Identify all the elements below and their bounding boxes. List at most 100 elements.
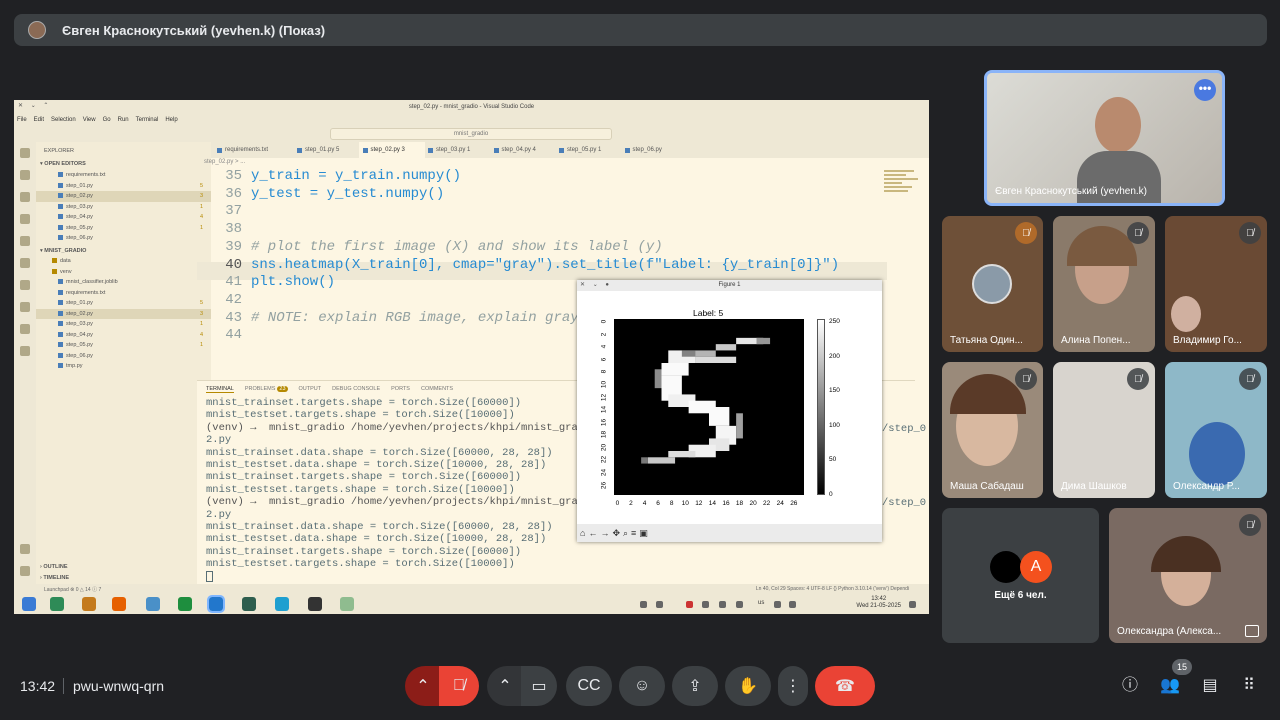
code-line[interactable]: sns.heatmap(X_train[0], cmap="gray").set…: [251, 257, 839, 273]
volume-icon[interactable]: [789, 601, 796, 608]
extensions-icon[interactable]: [20, 236, 30, 246]
panel-tab[interactable]: PORTS: [391, 386, 410, 392]
forward-icon[interactable]: →: [600, 528, 609, 538]
camera-options-chevron-icon[interactable]: ⌃: [487, 666, 523, 706]
back-icon[interactable]: ←: [588, 528, 597, 538]
matplotlib-figure-window[interactable]: ✕ ⌄ ● Figure 1 Label: 5 0 2 4 6 8 10 12 14 16 18 2…: [577, 280, 882, 542]
present-screen-button[interactable]: ⇪: [672, 666, 718, 706]
tray-icon-1[interactable]: [640, 601, 647, 608]
panel-tab[interactable]: DEBUG CONSOLE: [332, 386, 380, 392]
monitor-icon[interactable]: [242, 597, 256, 611]
python-icon[interactable]: [20, 324, 30, 334]
participant-tile[interactable]: 🎙̸ Олександра (Алекса...: [1109, 508, 1267, 643]
participant-tile-presenter[interactable]: ••• Євген Краснокутський (yevhen.k): [984, 70, 1225, 206]
keyboard-layout[interactable]: us: [758, 600, 764, 606]
chat-icon[interactable]: ▤: [1199, 675, 1221, 697]
code-line[interactable]: y_train = y_train.numpy(): [251, 168, 461, 184]
leave-call-button[interactable]: ☎: [815, 666, 875, 706]
menu-item[interactable]: Selection: [51, 117, 76, 123]
testing-icon[interactable]: [20, 258, 30, 268]
pan-icon[interactable]: ✥: [612, 528, 620, 539]
code-line[interactable]: # NOTE: explain RGB image, explain grays: [251, 310, 587, 326]
remote-icon[interactable]: [20, 280, 30, 290]
more-options-button[interactable]: •••: [1194, 79, 1216, 101]
project-folder-header[interactable]: ▾ MNIST_GRADIO: [36, 246, 211, 257]
command-center[interactable]: mnist_gradio: [330, 128, 612, 140]
timeline-section[interactable]: › TIMELINE: [36, 573, 211, 584]
open-editor-item[interactable]: step_05.py 1: [36, 223, 211, 234]
explorer-file-item[interactable]: step_02.py 3: [36, 308, 211, 319]
explorer-file-item[interactable]: tmp.py: [36, 361, 211, 372]
system-clock[interactable]: 13:42 Wed 21-05-2025: [856, 596, 901, 610]
files-icon[interactable]: [50, 597, 64, 611]
meeting-info-icon[interactable]: ⓘ: [1119, 675, 1141, 697]
menu-item[interactable]: File: [17, 117, 27, 123]
network-icon[interactable]: [774, 601, 781, 608]
timeline-icon[interactable]: [20, 346, 30, 356]
explorer-file-item[interactable]: step_03.py 1: [36, 319, 211, 330]
zoom-icon[interactable]: ⌕: [623, 528, 628, 539]
mic-options-chevron-icon[interactable]: ⌃: [405, 666, 441, 706]
tray-icon-2[interactable]: [656, 601, 663, 608]
explorer-file-item[interactable]: step_06.py: [36, 351, 211, 362]
editor-tab[interactable]: step_02.py 3: [358, 142, 425, 158]
power-icon[interactable]: [909, 601, 916, 608]
raise-hand-button[interactable]: ✋: [725, 666, 771, 706]
editor-tab[interactable]: step_05.py 1: [555, 142, 621, 158]
editor-tab[interactable]: step_01.py 5: [293, 142, 359, 158]
participant-tile[interactable]: 🎙̸ Алина Попен...: [1053, 216, 1155, 352]
source-control-icon[interactable]: [20, 192, 30, 202]
pin-icon[interactable]: [1245, 625, 1259, 637]
c-app-icon[interactable]: [275, 597, 289, 611]
figure-window-controls[interactable]: ✕ ⌄ ●: [580, 280, 612, 291]
tray-record-icon[interactable]: [686, 601, 693, 608]
tray-icon-4[interactable]: [719, 601, 726, 608]
tray-icon-5[interactable]: [736, 601, 743, 608]
activities-grid-icon[interactable]: ⠿: [1238, 675, 1260, 697]
browser-icon[interactable]: [178, 597, 192, 611]
home-icon[interactable]: ⌂: [580, 528, 585, 538]
status-left[interactable]: Launchpad ⊗ 0 △ 14 ⓘ 7: [44, 586, 101, 593]
menu-item[interactable]: Edit: [34, 117, 44, 123]
vscode-taskbar-icon[interactable]: [207, 595, 225, 613]
open-editor-item[interactable]: requirements.txt: [36, 170, 211, 181]
explorer-file-item[interactable]: requirements.txt: [36, 288, 211, 299]
panel-tab[interactable]: TERMINAL: [206, 386, 234, 393]
outline-section[interactable]: › OUTLINE: [36, 562, 211, 573]
explorer-file-item[interactable]: mnist_classifier.joblib: [36, 277, 211, 288]
telegram-icon[interactable]: [146, 597, 160, 611]
breadcrumb[interactable]: step_02.py > ...: [204, 159, 245, 165]
open-editor-item[interactable]: step_01.py 5: [36, 181, 211, 192]
editor-tab[interactable]: step_06.py: [621, 142, 687, 158]
code-line[interactable]: # plot the first image (X) and show its …: [251, 239, 663, 255]
camera-toggle-button[interactable]: ▭: [521, 666, 557, 706]
more-options-icon[interactable]: ⋮: [778, 666, 808, 706]
docker-icon[interactable]: [20, 302, 30, 312]
menu-item[interactable]: Help: [165, 117, 177, 123]
participant-tile[interactable]: 🎙̸ Олександр Р...: [1165, 362, 1267, 498]
mic-toggle-button[interactable]: 🎙̸: [439, 666, 479, 706]
open-editor-item[interactable]: step_03.py 1: [36, 202, 211, 213]
search-icon[interactable]: [20, 170, 30, 180]
open-editor-item[interactable]: step_02.py 3: [36, 191, 211, 202]
code-line[interactable]: y_test = y_test.numpy(): [251, 186, 444, 202]
open-editor-item[interactable]: step_04.py 4: [36, 212, 211, 223]
emoji-reactions-button[interactable]: ☺: [619, 666, 665, 706]
minimap[interactable]: [884, 170, 924, 210]
editor-tab[interactable]: step_03.py 1: [424, 142, 490, 158]
firefox-icon[interactable]: [112, 597, 126, 611]
panel-tab[interactable]: COMMENTS: [421, 386, 453, 392]
tool-icon[interactable]: [340, 597, 354, 611]
explorer-file-item[interactable]: step_05.py 1: [36, 340, 211, 351]
participant-tile[interactable]: 🎙̸ Маша Сабадаш: [942, 362, 1043, 498]
account-icon[interactable]: [20, 544, 30, 554]
terminal-taskbar-icon[interactable]: [308, 597, 322, 611]
apps-menu-icon[interactable]: [22, 597, 36, 611]
open-editor-item[interactable]: step_06.py: [36, 233, 211, 244]
manage-gear-icon[interactable]: [20, 566, 30, 576]
participant-tile[interactable]: 🎙̸ Дима Шашков: [1053, 362, 1155, 498]
explorer-file-item[interactable]: step_01.py 5: [36, 298, 211, 309]
others-tile[interactable]: A Ещё 6 чел.: [942, 508, 1099, 643]
panel-tab[interactable]: PROBLEMS 23: [245, 386, 288, 392]
menu-item[interactable]: Run: [118, 117, 129, 123]
